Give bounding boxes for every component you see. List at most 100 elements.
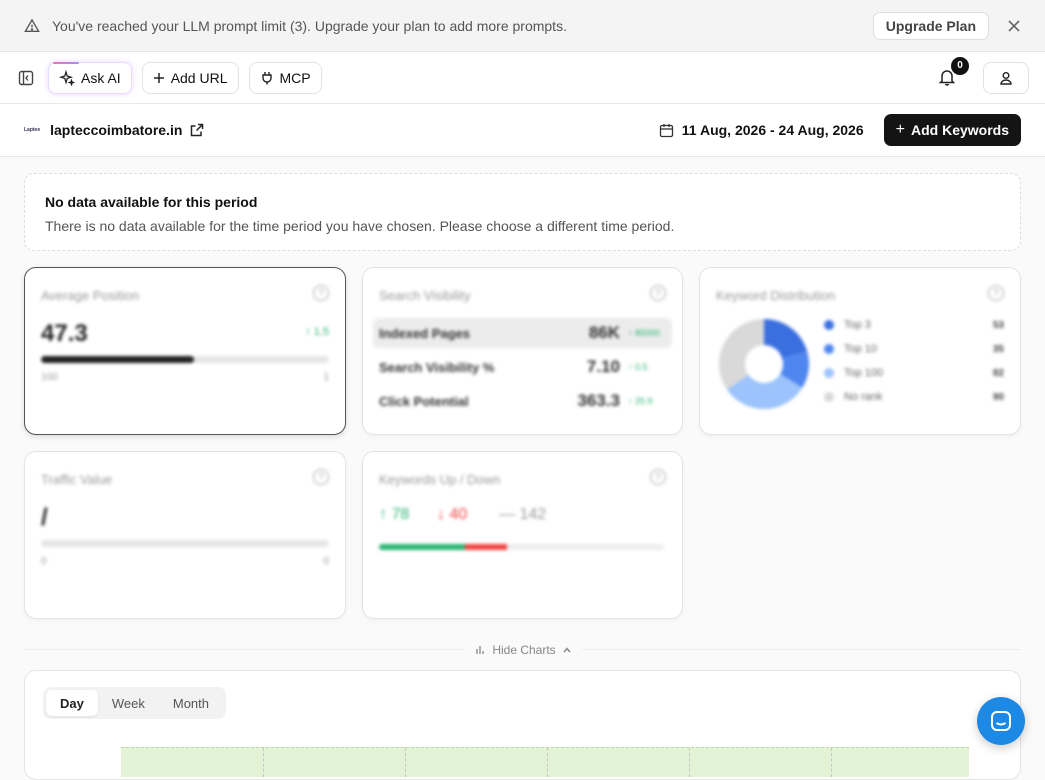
period-selector: Day Week Month — [43, 687, 226, 719]
site-header: Laptee lapteccoimbatore.in 11 Aug, 2026 … — [0, 104, 1045, 157]
warning-icon — [24, 18, 40, 32]
legend-dot — [824, 320, 834, 330]
legend-dot — [824, 344, 834, 354]
notifications-button[interactable]: 0 — [937, 56, 969, 89]
grid-line — [547, 748, 548, 777]
hide-charts-toggle[interactable]: Hide Charts — [464, 640, 582, 660]
legend-dot — [824, 368, 834, 378]
axis-min-label: 0 — [41, 556, 47, 567]
calendar-icon — [659, 123, 673, 137]
grid-line — [263, 748, 264, 777]
card-title: Keywords Up / Down — [379, 472, 501, 487]
ask-ai-label: Ask AI — [81, 69, 121, 86]
period-option-week[interactable]: Week — [98, 690, 159, 716]
user-menu-button[interactable] — [983, 61, 1029, 94]
legend-count: 53 — [992, 319, 1004, 331]
legend-name: Top 3 — [844, 319, 871, 331]
row-label: Indexed Pages — [379, 325, 471, 341]
keyword-distribution-card[interactable]: Keyword Distribution ? Top 3 53 Top 10 3… — [699, 267, 1021, 435]
mcp-label: MCP — [279, 69, 311, 86]
legend-count: 82 — [992, 367, 1004, 379]
legend-item: Top 3 53 — [824, 315, 1004, 335]
average-position-card[interactable]: Average Position ? 47.3 ↑ 1.5 100 1 — [24, 267, 346, 435]
upgrade-plan-button[interactable]: Upgrade Plan — [872, 11, 989, 40]
sidebar-collapse-icon — [18, 70, 34, 85]
average-position-change: ↑ 1.5 — [305, 326, 329, 338]
average-position-bar-fill — [41, 356, 194, 363]
row-value: 363.3 — [577, 391, 620, 410]
notification-count-badge: 0 — [951, 56, 969, 75]
trend-chart-card: Day Week Month — [24, 670, 1021, 780]
help-icon[interactable]: ? — [650, 285, 666, 301]
site-domain: lapteccoimbatore.in — [50, 122, 183, 138]
user-icon — [1000, 71, 1012, 85]
axis-max-label: 0 — [323, 556, 329, 567]
keywords-up-segment — [379, 544, 465, 550]
notice-title: No data available for this period — [45, 194, 258, 210]
legend-count: 35 — [992, 343, 1004, 355]
row-label: Click Potential — [379, 393, 469, 409]
sparkles-icon — [59, 69, 75, 86]
legend-name: Top 10 — [844, 343, 878, 355]
plus-icon — [153, 72, 164, 83]
traffic-value-card[interactable]: Traffic Value ? / 0 0 — [24, 451, 346, 619]
mcp-button[interactable]: MCP — [248, 61, 322, 94]
grid-line — [689, 748, 690, 777]
date-range-picker[interactable]: 11 Aug, 2026 - 24 Aug, 2026 — [659, 122, 864, 138]
card-title: Search Visibility — [379, 288, 471, 303]
row-change: ↑ 0.5 — [628, 362, 648, 372]
keywords-up-down-bar — [379, 544, 664, 550]
bar-chart-icon — [476, 646, 484, 654]
keywords-down-segment — [464, 544, 508, 550]
search-visibility-card[interactable]: Search Visibility ? Indexed Pages 86K ↑ … — [362, 267, 683, 435]
keywords-unchanged-count: — 142 — [499, 506, 547, 523]
plus-icon: + — [895, 121, 905, 138]
notice-description: There is no data available for the time … — [45, 218, 675, 234]
keywords-up-down-card[interactable]: Keywords Up / Down ? ↑ 78 ↓ 40 — 142 — [362, 451, 683, 619]
row-value: 7.10 — [586, 357, 620, 376]
chart-plot-area — [121, 747, 969, 777]
visibility-row: Indexed Pages 86K ↑ 85000 — [373, 318, 672, 348]
help-icon[interactable]: ? — [313, 285, 329, 301]
hide-charts-label: Hide Charts — [492, 643, 556, 657]
legend-count: 90 — [992, 391, 1004, 403]
help-icon[interactable]: ? — [988, 285, 1004, 301]
visibility-row: Search Visibility % 7.10 ↑ 0.5 — [373, 352, 672, 382]
traffic-value: / — [41, 504, 48, 531]
legend-item: Top 100 82 — [824, 363, 1004, 383]
card-title: Average Position — [41, 288, 140, 303]
add-url-button[interactable]: Add URL — [141, 61, 239, 94]
ask-ai-button[interactable]: Ask AI — [48, 61, 132, 94]
keywords-up-count: ↑ 78 — [379, 506, 410, 523]
period-option-month[interactable]: Month — [159, 690, 223, 716]
plug-icon — [261, 71, 272, 84]
period-option-day[interactable]: Day — [46, 690, 98, 716]
visibility-row: Click Potential 363.3 ↑ 25.9 — [373, 386, 672, 416]
chat-support-button[interactable] — [977, 697, 1025, 745]
donut-slice — [719, 319, 764, 390]
axis-max-label: 1 — [323, 372, 329, 383]
date-range-label: 11 Aug, 2026 - 24 Aug, 2026 — [681, 122, 864, 138]
legend-name: Top 100 — [844, 367, 884, 379]
add-keywords-button[interactable]: + Add Keywords — [883, 114, 1021, 146]
legend-dot — [824, 392, 834, 402]
close-icon[interactable] — [1007, 19, 1021, 33]
row-change: ↑ 85000 — [628, 328, 661, 338]
help-icon[interactable]: ? — [650, 469, 666, 485]
chat-icon — [991, 711, 1011, 731]
help-icon[interactable]: ? — [313, 469, 329, 485]
prompt-limit-banner: You've reached your LLM prompt limit (3)… — [0, 0, 1045, 52]
add-keywords-label: Add Keywords — [910, 122, 1009, 138]
keywords-down-count: ↓ 40 — [437, 506, 468, 523]
legend-item: No rank 90 — [824, 387, 1004, 407]
traffic-value-bar — [41, 540, 329, 547]
sidebar-toggle-button[interactable] — [16, 68, 36, 88]
average-position-value: 47.3 — [41, 320, 88, 347]
average-position-bar — [41, 356, 329, 363]
keyword-distribution-donut — [719, 319, 809, 409]
external-link-icon[interactable] — [190, 123, 204, 137]
top-toolbar: Ask AI Add URL MCP 0 — [0, 52, 1045, 104]
row-change: ↑ 25.9 — [628, 396, 653, 406]
grid-line — [405, 748, 406, 777]
card-title: Traffic Value — [41, 472, 113, 487]
